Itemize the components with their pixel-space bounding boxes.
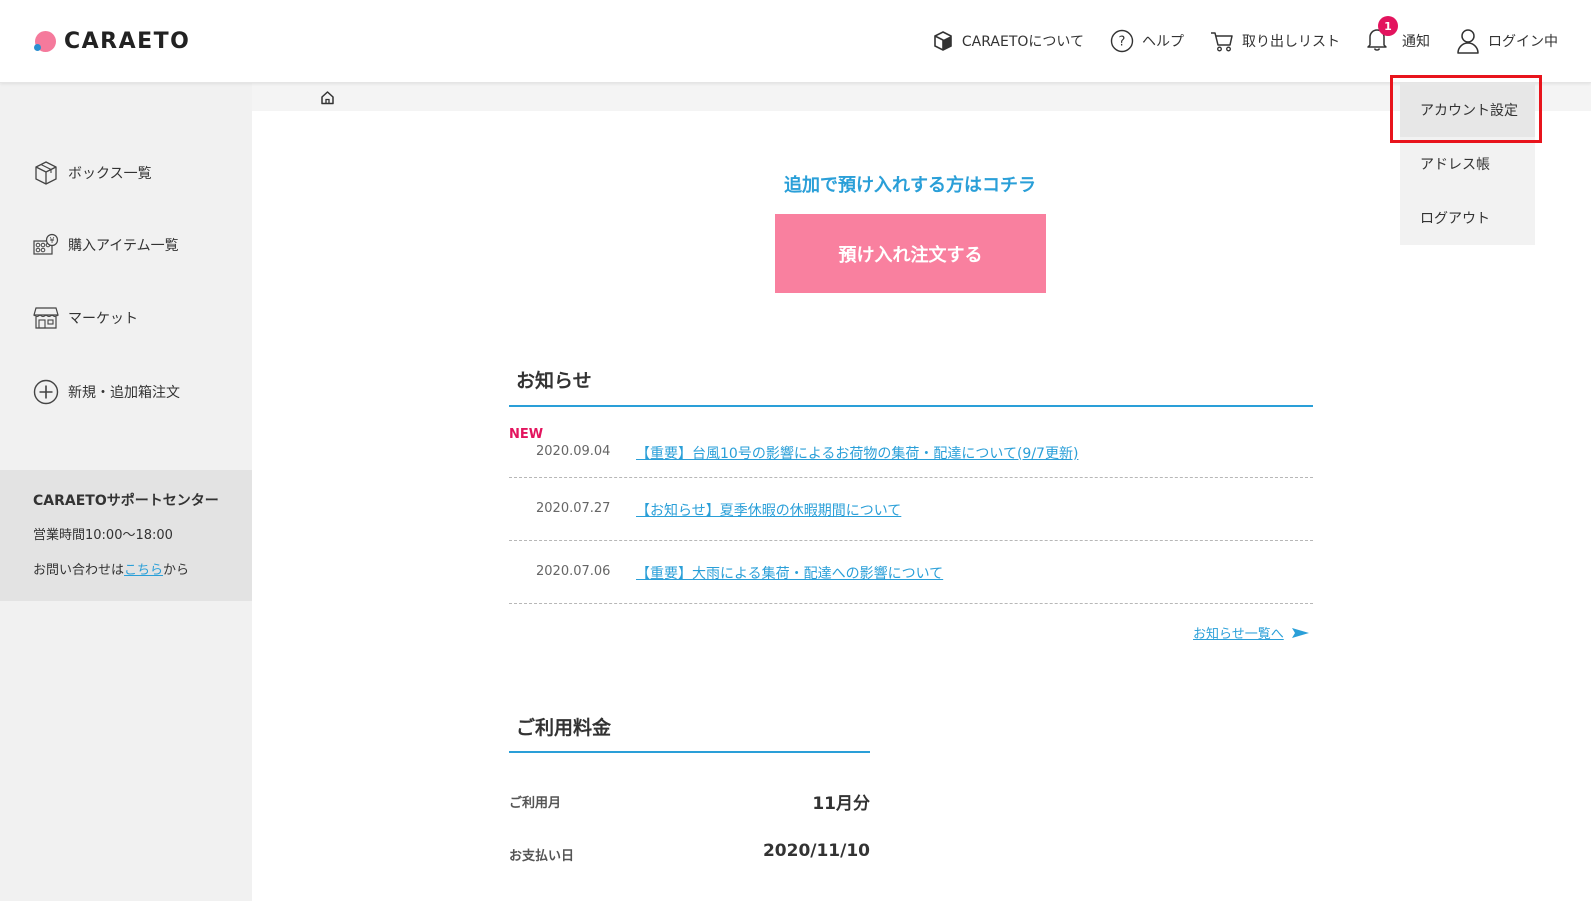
cart-icon: [1211, 32, 1233, 52]
logo-text: CARAETO: [64, 28, 191, 54]
deposit-order-button[interactable]: 預け入れ注文する: [775, 214, 1046, 293]
news-more-label: お知らせ一覧へ: [1193, 627, 1284, 642]
new-badge: NEW: [509, 427, 544, 442]
home-icon[interactable]: [320, 90, 335, 105]
nav-account[interactable]: ログイン中: [1456, 28, 1558, 54]
support-contact-suffix: から: [163, 563, 190, 578]
nav-about[interactable]: CARAETOについて: [932, 30, 1084, 52]
news-row: 2020.07.06 【重要】大雨による集荷・配達への影響について: [509, 541, 1313, 604]
sidebar-item-market[interactable]: マーケット: [33, 306, 138, 330]
arrow-right-icon: [1291, 627, 1309, 638]
nav-takeout-list[interactable]: 取り出しリスト: [1210, 30, 1340, 52]
support-title: CARAETOサポートセンター: [33, 493, 219, 509]
sidebar-item-label: ボックス一覧: [68, 166, 152, 182]
fee-value-payment-date: 2020/11/10: [762, 841, 870, 861]
nav-notifications-label: 通知: [1402, 34, 1430, 50]
nav-help-label: ヘルプ: [1142, 34, 1184, 50]
nav-login-status: ログイン中: [1488, 34, 1558, 50]
sidebar-item-boxes[interactable]: ボックス一覧: [33, 160, 152, 186]
caraeto-logo[interactable]: CARAETO: [34, 28, 190, 54]
support-contact: お問い合わせはこちらから: [33, 559, 252, 578]
sidebar-item-new-order[interactable]: 新規・追加箱注文: [33, 379, 180, 405]
news-date: 2020.09.04: [536, 444, 611, 459]
news-link[interactable]: 【重要】大雨による集荷・配達への影響について: [636, 563, 943, 583]
nav-help[interactable]: ? ヘルプ: [1110, 29, 1184, 53]
sidebar: ボックス一覧 ¥ 購入アイテム一覧 マーケット 新規・追加箱注文 CARAETO…: [0, 83, 252, 901]
highlight-box: [1390, 75, 1542, 143]
fee-label-payment-date: お支払い日: [509, 849, 575, 864]
svg-text:?: ?: [1119, 35, 1126, 50]
notification-badge: 1: [1378, 16, 1398, 36]
support-contact-link[interactable]: こちら: [124, 563, 163, 578]
news-link[interactable]: 【お知らせ】夏季休暇の休暇期間について: [636, 500, 901, 520]
box-icon: [35, 161, 57, 185]
nav-takeout-label: 取り出しリスト: [1242, 34, 1340, 50]
menu-item-address-book[interactable]: アドレス帳: [1400, 137, 1535, 191]
news-link[interactable]: 【重要】台風10号の影響によるお荷物の集荷・配達について(9/7更新): [636, 443, 1078, 463]
plus-circle-icon: [33, 379, 59, 405]
header: CARAETO CARAETOについて ? ヘルプ 取り出しリスト 1 通知 ロ…: [0, 0, 1591, 83]
news-row: 2020.07.27 【お知らせ】夏季休暇の休暇期間について: [509, 478, 1313, 541]
purchase-items-icon: ¥: [33, 233, 59, 255]
nav-notifications[interactable]: 1 通知: [1366, 16, 1430, 55]
nav-about-label: CARAETOについて: [961, 34, 1084, 50]
question-circle-icon: ?: [1110, 29, 1134, 53]
market-store-icon: [33, 307, 59, 329]
menu-item-logout[interactable]: ログアウト: [1400, 191, 1535, 245]
news-title: お知らせ: [516, 370, 592, 392]
fees-title: ご利用料金: [516, 717, 612, 739]
logo-mark-icon: [34, 29, 58, 53]
support-contact-prefix: お問い合わせは: [33, 563, 125, 578]
fees-title-rule: [509, 751, 870, 753]
user-icon: [1457, 29, 1479, 54]
fee-value-month: 11月分: [812, 794, 870, 814]
sidebar-item-purchased[interactable]: ¥ 購入アイテム一覧: [33, 233, 179, 257]
svg-text:¥: ¥: [49, 236, 54, 245]
news-date: 2020.07.27: [536, 501, 611, 516]
news-more-link[interactable]: お知らせ一覧へ: [1193, 623, 1309, 642]
fee-label-month: ご利用月: [509, 796, 562, 811]
news-row: NEW 2020.09.04 【重要】台風10号の影響によるお荷物の集荷・配達に…: [509, 407, 1313, 478]
support-center-panel: CARAETOサポートセンター 営業時間10:00〜18:00 お問い合わせはこ…: [0, 470, 252, 601]
cta-text: 追加で預け入れする方はコチラ: [784, 175, 1036, 196]
cube-icon: [934, 31, 952, 51]
bell-wrap: 1: [1366, 16, 1398, 55]
sidebar-item-label: マーケット: [68, 311, 138, 327]
sidebar-item-label: 購入アイテム一覧: [68, 238, 179, 254]
sidebar-item-label: 新規・追加箱注文: [68, 385, 180, 401]
header-nav: CARAETOについて ? ヘルプ 取り出しリスト 1 通知 ログイン中: [906, 16, 1558, 58]
news-date: 2020.07.06: [536, 564, 611, 579]
support-hours: 営業時間10:00〜18:00: [33, 528, 173, 543]
